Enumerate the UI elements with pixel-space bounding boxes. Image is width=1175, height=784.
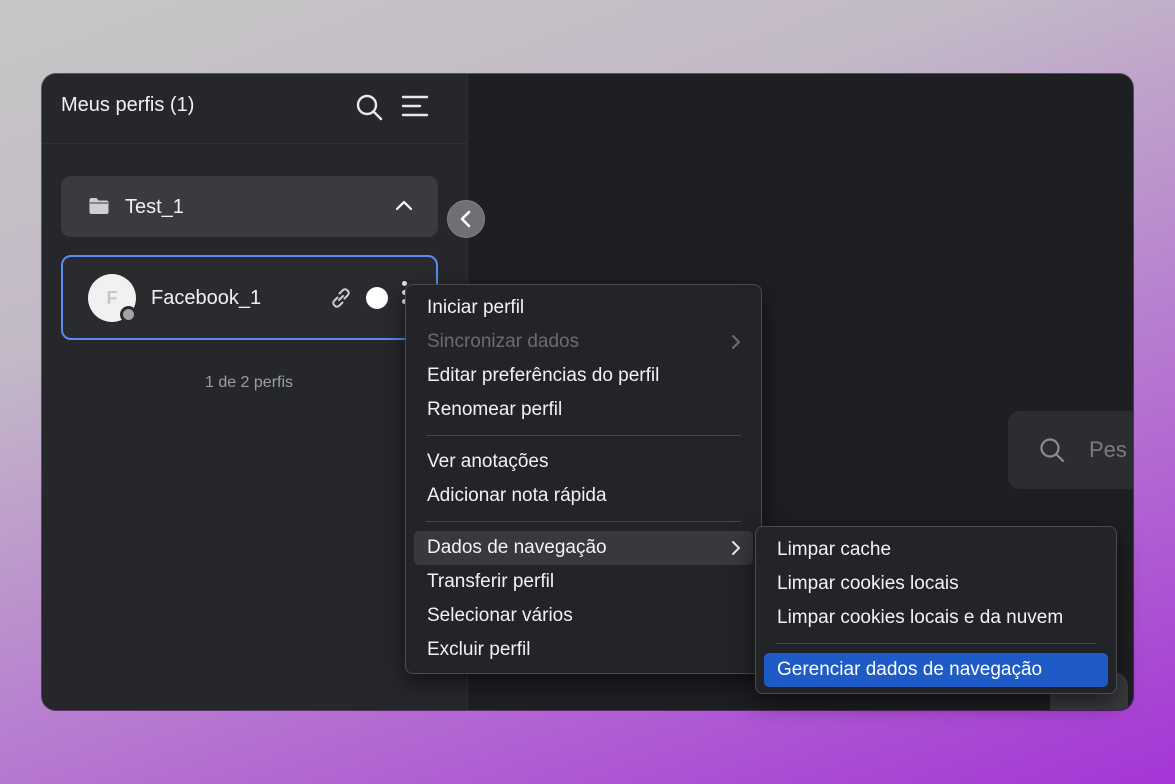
- submenu-item-limpar-cookies-locais[interactable]: Limpar cookies locais: [764, 567, 1108, 601]
- sidebar-title: Meus perfis (1): [61, 94, 195, 116]
- submenu-item-limpar-cookies-nuvem[interactable]: Limpar cookies locais e da nuvem: [764, 601, 1108, 635]
- menu-item-renomear-perfil[interactable]: Renomear perfil: [414, 393, 753, 427]
- profile-card[interactable]: F Facebook_1: [61, 255, 438, 340]
- submenu: Limpar cache Limpar cookies locais Limpa…: [755, 526, 1117, 694]
- search-icon[interactable]: [354, 92, 384, 122]
- menu-item-adicionar-nota[interactable]: Adicionar nota rápida: [414, 479, 753, 513]
- collapse-sidebar-button[interactable]: [447, 200, 485, 238]
- menu-item-dados-navegacao[interactable]: Dados de navegação: [414, 531, 753, 565]
- search-field[interactable]: Pes: [1008, 411, 1133, 489]
- context-menu: Iniciar perfil Sincronizar dados Editar …: [405, 284, 762, 674]
- search-icon: [1040, 438, 1065, 463]
- menu-item-editar-preferencias[interactable]: Editar preferências do perfil: [414, 359, 753, 393]
- menu-icon[interactable]: [400, 92, 430, 122]
- submenu-item-gerenciar-dados[interactable]: Gerenciar dados de navegação: [764, 653, 1108, 687]
- sidebar-header: Meus perfis (1): [42, 74, 467, 144]
- menu-item-sincronizar-dados: Sincronizar dados: [414, 325, 753, 359]
- menu-separator: [426, 435, 741, 436]
- search-placeholder: Pes: [1089, 437, 1127, 462]
- menu-separator: [426, 521, 741, 522]
- avatar-status-dot: [120, 306, 137, 323]
- menu-separator: [776, 643, 1096, 644]
- status-dot: [366, 287, 388, 309]
- menu-item-iniciar-perfil[interactable]: Iniciar perfil: [414, 291, 753, 325]
- profile-count: 1 de 2 perfis: [204, 374, 294, 391]
- folder-icon: [89, 198, 109, 214]
- chevron-left-icon: [460, 210, 471, 228]
- folder-name: Test_1: [125, 196, 184, 218]
- menu-item-transferir-perfil[interactable]: Transferir perfil: [414, 565, 753, 599]
- submenu-item-limpar-cache[interactable]: Limpar cache: [764, 533, 1108, 567]
- folder-row[interactable]: Test_1: [61, 176, 438, 237]
- menu-item-excluir-perfil[interactable]: Excluir perfil: [414, 633, 753, 667]
- profile-name: Facebook_1: [151, 287, 262, 309]
- chevron-up-icon[interactable]: [394, 196, 414, 216]
- menu-item-selecionar-varios[interactable]: Selecionar vários: [414, 599, 753, 633]
- link-icon[interactable]: [328, 285, 354, 311]
- chevron-right-icon: [732, 541, 740, 555]
- menu-item-ver-anotacoes[interactable]: Ver anotações: [414, 445, 753, 479]
- chevron-right-icon: [732, 335, 740, 349]
